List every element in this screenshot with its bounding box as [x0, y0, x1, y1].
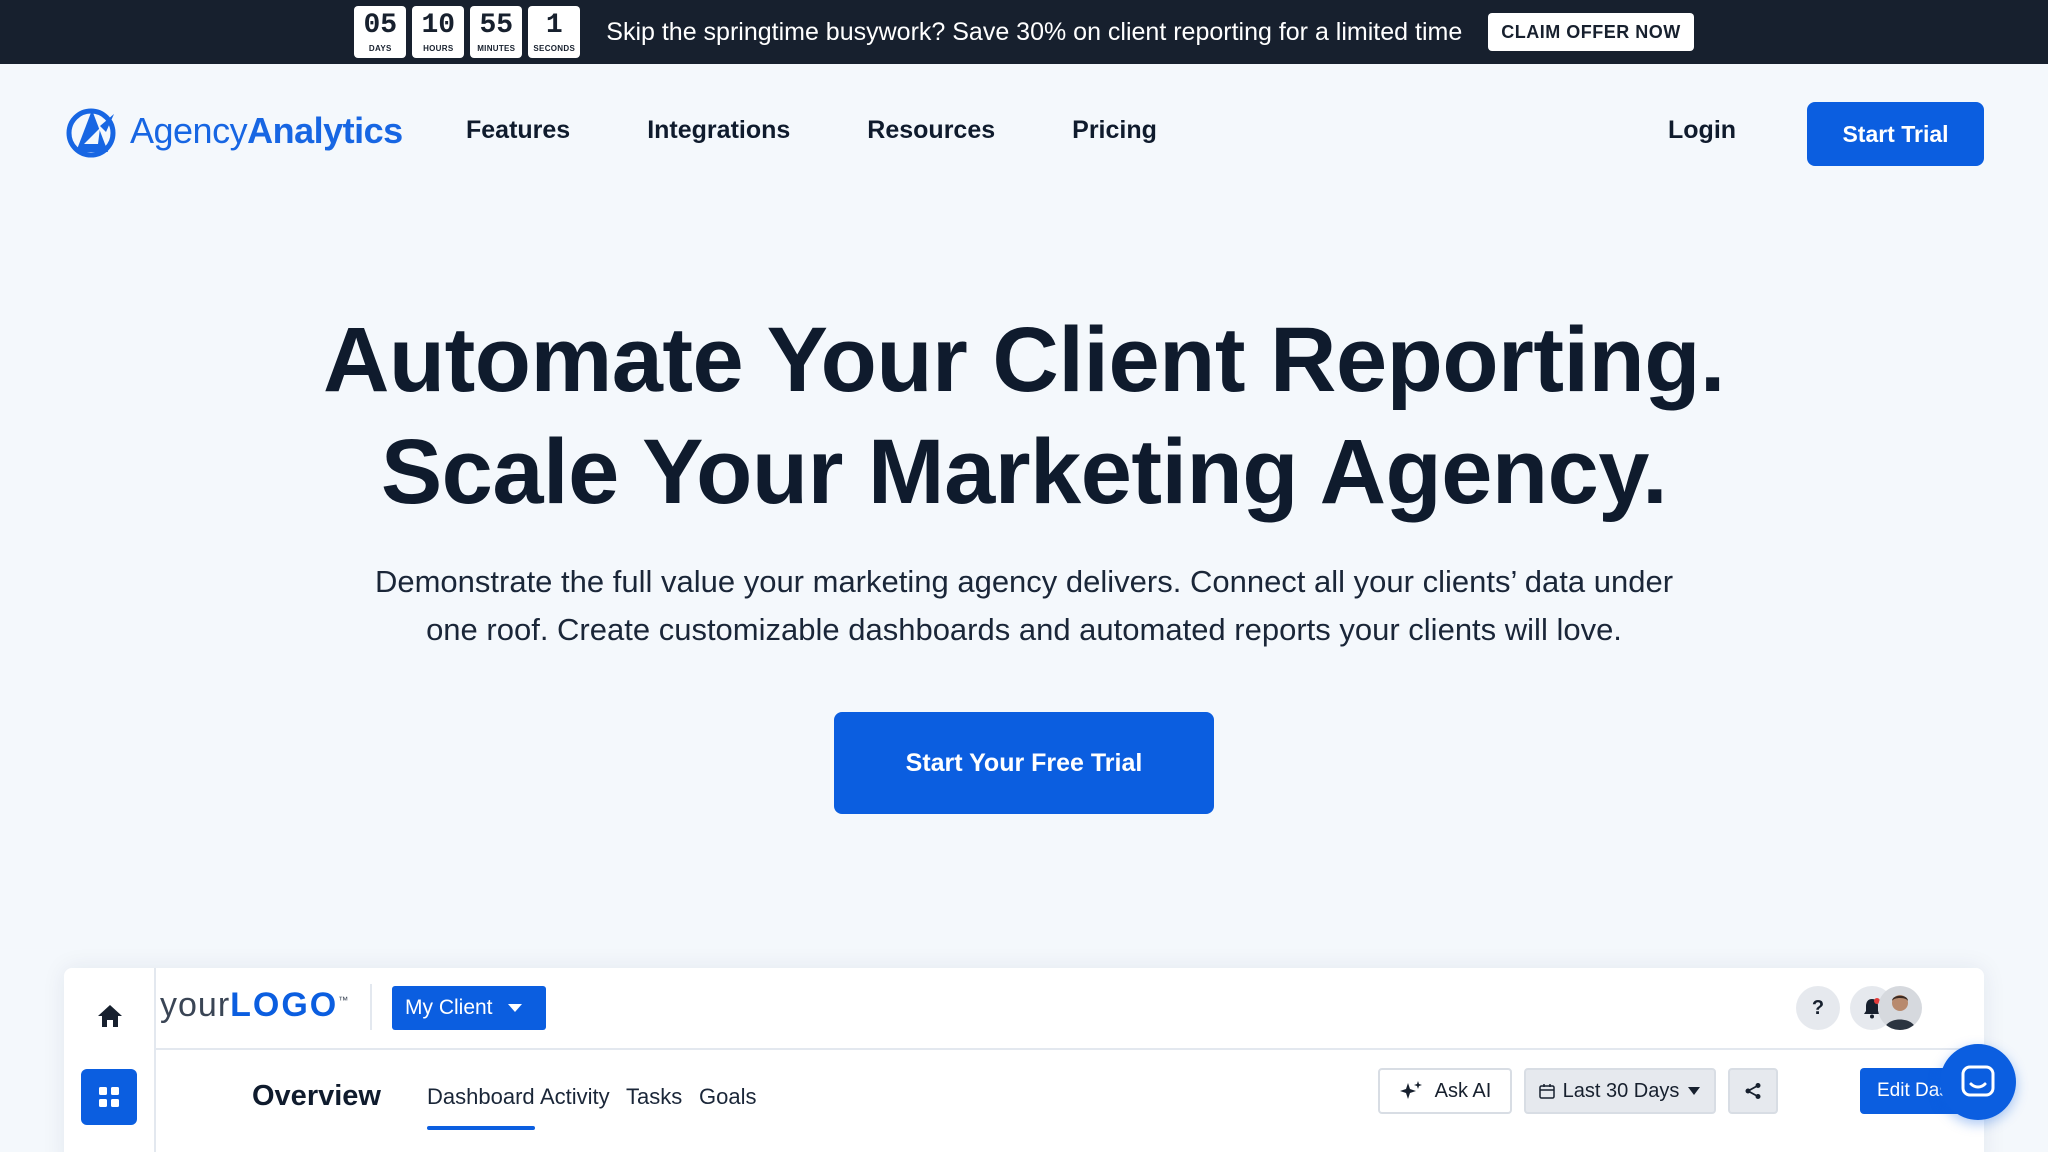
chevron-down-icon — [1688, 1087, 1701, 1095]
sparkle-icon — [1399, 1081, 1422, 1099]
logo-wordmark: AgencyAnalytics — [130, 110, 403, 152]
nav-integrations[interactable]: Integrations — [647, 116, 790, 145]
tab-tasks[interactable]: Tasks — [626, 1084, 682, 1110]
countdown-minutes: 55 MINUTES — [470, 6, 523, 58]
date-range-selector[interactable]: Last 30 Days — [1524, 1068, 1716, 1114]
hero-subtitle-line2: one roof. Create customizable dashboards… — [426, 612, 1622, 647]
chat-launcher-button[interactable] — [1940, 1044, 2016, 1120]
tab-activity[interactable]: Activity — [540, 1084, 610, 1110]
share-button[interactable] — [1728, 1068, 1778, 1114]
start-free-trial-button[interactable]: Start Your Free Trial — [834, 712, 1214, 814]
login-link[interactable]: Login — [1668, 116, 1736, 145]
date-range-label: Last 30 Days — [1562, 1079, 1680, 1102]
hero-subtitle: Demonstrate the full value your marketin… — [324, 558, 1724, 654]
countdown-value: 10 — [421, 9, 456, 41]
countdown-value: 1 — [545, 9, 563, 41]
hero-title: Automate Your Client Reporting. Scale Yo… — [0, 304, 2048, 528]
countdown-days: 05 DAYS — [354, 6, 407, 58]
logo-mark-icon — [66, 108, 116, 158]
share-icon — [1745, 1083, 1761, 1099]
countdown-value: 05 — [363, 9, 398, 41]
page-title: Overview — [252, 1080, 381, 1112]
countdown-label: MINUTES — [477, 43, 516, 53]
ask-ai-button[interactable]: Ask AI — [1378, 1068, 1512, 1114]
hero-title-line2: Scale Your Marketing Agency. — [380, 421, 1668, 523]
countdown-timer: 05 DAYS 10 HOURS 55 MINUTES 1 SECONDS — [354, 6, 581, 58]
promo-text: Skip the springtime busywork? Save 30% o… — [606, 17, 1463, 46]
nav-resources[interactable]: Resources — [867, 116, 995, 145]
dashboard-header — [156, 968, 1984, 1050]
logo-bold: Analytics — [247, 110, 403, 151]
countdown-label: HOURS — [423, 43, 454, 53]
logo-light: Agency — [130, 110, 248, 151]
countdown-label: DAYS — [368, 43, 392, 53]
nav-links: Features Integrations Resources Pricing — [466, 116, 1234, 145]
countdown-label: SECONDS — [533, 43, 576, 53]
start-trial-button[interactable]: Start Trial — [1807, 102, 1984, 166]
countdown-seconds: 1 SECONDS — [528, 6, 581, 58]
hero-title-line1: Automate Your Client Reporting. — [322, 309, 1726, 411]
grid-icon[interactable] — [81, 1069, 137, 1125]
nav-features[interactable]: Features — [466, 116, 570, 145]
nav-pricing[interactable]: Pricing — [1072, 116, 1157, 145]
ask-ai-label: Ask AI — [1434, 1079, 1492, 1102]
countdown-value: 55 — [479, 9, 514, 41]
tab-dashboard[interactable]: Dashboard — [427, 1084, 535, 1130]
chat-icon — [1961, 1065, 1995, 1097]
tab-goals[interactable]: Goals — [699, 1084, 756, 1110]
dashboard-sidebar — [64, 968, 156, 1152]
promo-banner: 05 DAYS 10 HOURS 55 MINUTES 1 SECONDS Sk… — [0, 0, 2048, 64]
agencyanalytics-logo[interactable]: AgencyAnalytics — [62, 104, 403, 158]
dashboard-preview: yourLOGO™ My Client ? Overview Dashboard… — [64, 968, 1984, 1152]
countdown-hours: 10 HOURS — [412, 6, 465, 58]
calendar-icon — [1538, 1084, 1555, 1099]
claim-offer-button[interactable]: CLAIM OFFER NOW — [1488, 13, 1694, 51]
main-nav: AgencyAnalytics Features Integrations Re… — [0, 64, 2048, 204]
home-icon[interactable] — [92, 998, 128, 1034]
hero-subtitle-line1: Demonstrate the full value your marketin… — [374, 564, 1674, 599]
